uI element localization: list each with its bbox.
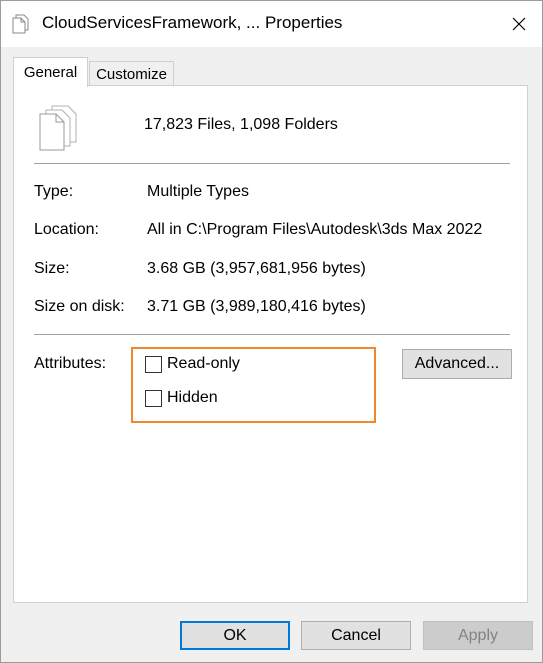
type-label: Type: [34, 183, 74, 200]
read-only-checkbox-row[interactable]: Read-only [145, 355, 240, 373]
divider [34, 163, 510, 164]
close-button[interactable] [495, 1, 542, 47]
size-on-disk-value: 3.71 GB (3,989,180,416 bytes) [147, 298, 366, 315]
type-value: Multiple Types [147, 183, 249, 200]
advanced-button[interactable]: Advanced... [402, 349, 512, 379]
tab-general[interactable]: General [13, 57, 88, 87]
size-on-disk-label: Size on disk: [34, 298, 125, 315]
file-folder-count: 17,823 Files, 1,098 Folders [144, 116, 338, 133]
divider [34, 334, 510, 335]
location-value: All in C:\Program Files\Autodesk\3ds Max… [147, 221, 483, 238]
location-label: Location: [34, 221, 99, 238]
hidden-checkbox[interactable] [145, 389, 162, 407]
cancel-button[interactable]: Cancel [301, 621, 411, 650]
properties-dialog: CloudServicesFramework, ... Properties G… [0, 0, 543, 663]
files-icon [12, 14, 29, 34]
hidden-label: Hidden [167, 389, 218, 406]
window-title: CloudServicesFramework, ... Properties [42, 13, 343, 32]
attributes-label: Attributes: [34, 355, 107, 372]
close-icon [512, 17, 525, 31]
title-bar: CloudServicesFramework, ... Properties [1, 1, 542, 47]
hidden-checkbox-row[interactable]: Hidden [145, 389, 218, 407]
general-panel: 17,823 Files, 1,098 Folders Type: Multip… [13, 85, 528, 603]
read-only-label: Read-only [167, 355, 240, 372]
read-only-checkbox[interactable] [145, 355, 162, 373]
size-label: Size: [34, 260, 70, 277]
attributes-highlight-box: Read-only Hidden [131, 347, 376, 423]
ok-button[interactable]: OK [180, 621, 290, 650]
size-value: 3.68 GB (3,957,681,956 bytes) [147, 260, 366, 277]
multiple-files-icon [39, 105, 77, 151]
apply-button[interactable]: Apply [423, 621, 533, 650]
tab-customize[interactable]: Customize [89, 61, 174, 86]
